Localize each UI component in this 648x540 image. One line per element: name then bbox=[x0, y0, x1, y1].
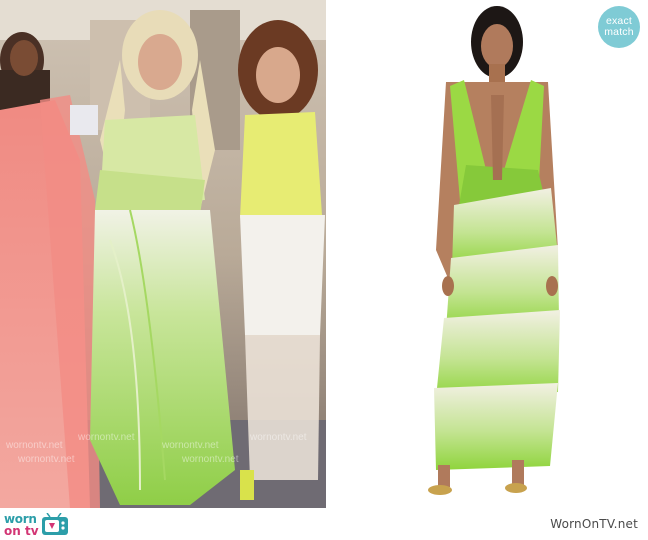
watermark-text: wornontv.net bbox=[250, 432, 307, 443]
watermark-text: wornontv.net bbox=[162, 440, 219, 451]
watermark-text: wornontv.net bbox=[182, 454, 239, 465]
exact-match-badge: exact match bbox=[598, 6, 640, 48]
watermark-text: wornontv.net bbox=[18, 454, 75, 465]
worn-on-tv-logo[interactable]: worn on tv bbox=[4, 511, 69, 537]
product-photo bbox=[326, 0, 648, 508]
scene-photo: wornontv.net wornontv.net wornontv.net w… bbox=[0, 0, 326, 508]
watermark-text: wornontv.net bbox=[6, 440, 63, 451]
watermark-text: wornontv.net bbox=[78, 432, 135, 443]
site-name[interactable]: WornOnTV.net bbox=[550, 517, 638, 531]
badge-line2: match bbox=[604, 26, 634, 38]
tv-icon bbox=[41, 513, 68, 535]
product-illustration bbox=[428, 6, 560, 495]
footer-bar: worn on tv WornOnTV.net bbox=[0, 508, 648, 540]
logo-line2: on tv bbox=[4, 524, 39, 538]
